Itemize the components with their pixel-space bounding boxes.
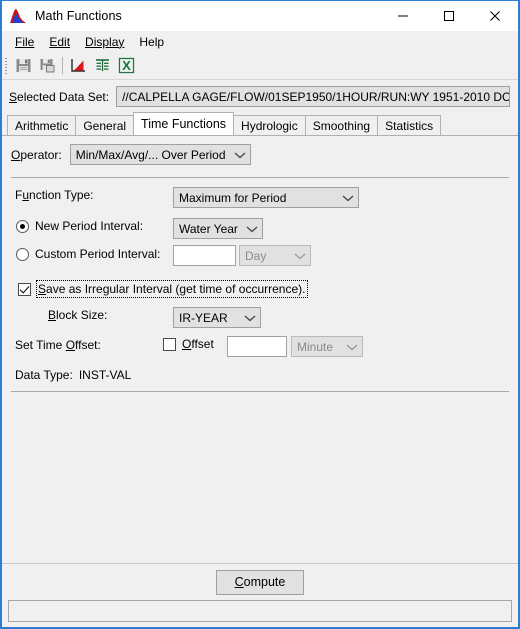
math-functions-window: Math Functions File Edit Display Help X … (0, 0, 520, 629)
tab-general-label: General (83, 118, 127, 133)
plot-icon[interactable] (66, 54, 90, 77)
time-functions-panel: Operator: Min/Max/Avg/... Over Period Fu… (2, 135, 518, 572)
hydrograph-icon (9, 8, 27, 24)
function-type-combo[interactable]: Maximum for Period (173, 187, 359, 208)
new-period-interval-radio[interactable] (16, 219, 29, 233)
excel-icon[interactable]: X (114, 54, 138, 77)
menu-file[interactable]: File (8, 33, 42, 51)
footer: Compute (2, 563, 518, 627)
offset-check-row: Offset (163, 337, 214, 351)
maximize-icon[interactable] (426, 1, 472, 31)
new-period-interval-row: New Period Interval: (16, 219, 143, 233)
menu-help[interactable]: Help (132, 33, 172, 51)
bottom-separator (11, 391, 509, 392)
new-period-interval-combo[interactable]: Water Year (173, 218, 263, 239)
operator-row: Operator: Min/Max/Avg/... Over Period (11, 144, 251, 165)
custom-period-unit-combo[interactable]: Day (239, 245, 311, 266)
set-time-offset-label: Set Time Offset: (15, 338, 101, 352)
menu-file-label: File (15, 34, 35, 49)
menu-help-label: Help (139, 34, 165, 49)
set-time-offset-row: Set Time Offset: (15, 338, 101, 352)
menu-display-label: Display (85, 34, 125, 49)
compute-bar: Compute (2, 563, 518, 600)
selected-dataset-label: Selected Data Set: (9, 89, 110, 104)
toolbar: X (2, 52, 518, 80)
toolbar-grip[interactable] (4, 55, 8, 76)
function-type-row: Function Type: (15, 188, 94, 202)
compute-button[interactable]: Compute (215, 569, 305, 595)
tab-arithmetic[interactable]: Arithmetic (7, 115, 77, 135)
operator-label: Operator: (11, 147, 62, 162)
tab-smoothing-label: Smoothing (312, 118, 371, 133)
chevron-down-icon (236, 314, 256, 322)
custom-period-interval-input[interactable] (173, 245, 236, 266)
operator-separator (11, 177, 509, 178)
menu-edit[interactable]: Edit (42, 33, 78, 51)
selected-dataset-label-rest: elected Data Set: (17, 89, 110, 104)
selected-dataset-row: Selected Data Set: //CALPELLA GAGE/FLOW/… (2, 80, 518, 112)
save-icon[interactable] (11, 54, 35, 77)
custom-period-interval-radio[interactable] (16, 247, 29, 261)
window-title: Math Functions (35, 9, 122, 23)
selected-dataset-value: //CALPELLA GAGE/FLOW/01SEP1950/1HOUR/RUN… (122, 89, 510, 104)
save-irregular-label: Save as Irregular Interval (get time of … (36, 280, 309, 298)
data-type-label: Data Type: (15, 368, 73, 382)
tab-hydrologic[interactable]: Hydrologic (233, 115, 306, 135)
close-icon[interactable] (472, 1, 518, 31)
block-size-label: Block Size: (48, 308, 108, 322)
offset-checkbox[interactable] (163, 337, 176, 351)
offset-unit-value: Minute (297, 339, 334, 354)
tab-time-functions[interactable]: Time Functions (133, 112, 235, 135)
table-icon[interactable] (90, 54, 114, 77)
selected-dataset-combo[interactable]: //CALPELLA GAGE/FLOW/01SEP1950/1HOUR/RUN… (116, 86, 510, 107)
menu-edit-label: Edit (49, 34, 71, 49)
function-type-label: Function Type: (15, 188, 94, 202)
window-controls (380, 1, 518, 31)
menu-bar: File Edit Display Help (2, 31, 518, 52)
offset-label: Offset (182, 337, 214, 351)
save-irregular-row: Save as Irregular Interval (get time of … (18, 280, 309, 298)
block-size-value: IR-YEAR (179, 310, 228, 325)
tab-statistics[interactable]: Statistics (377, 115, 442, 135)
operator-combo[interactable]: Min/Max/Avg/... Over Period (69, 144, 251, 165)
new-period-interval-label: New Period Interval: (35, 219, 144, 233)
tab-time-functions-label: Time Functions (141, 117, 227, 131)
custom-period-interval-row: Custom Period Interval: (16, 247, 160, 261)
function-type-value: Maximum for Period (179, 190, 287, 205)
chevron-down-icon (338, 343, 358, 351)
custom-period-unit-value: Day (245, 248, 267, 263)
offset-unit-combo[interactable]: Minute (291, 336, 363, 357)
tab-general[interactable]: General (75, 115, 135, 135)
chevron-down-icon (286, 252, 306, 260)
chevron-down-icon (238, 225, 258, 233)
status-bar (8, 600, 512, 622)
minimize-icon[interactable] (380, 1, 426, 31)
block-size-combo[interactable]: IR-YEAR (173, 307, 261, 328)
tab-statistics-label: Statistics (385, 118, 434, 133)
tab-hydrologic-label: Hydrologic (241, 118, 298, 133)
save-as-icon[interactable] (35, 54, 59, 77)
tab-smoothing[interactable]: Smoothing (304, 115, 379, 135)
save-irregular-checkbox[interactable] (18, 282, 31, 296)
custom-period-interval-label: Custom Period Interval: (35, 247, 161, 261)
block-size-row: Block Size: (48, 308, 107, 322)
menu-display[interactable]: Display (78, 33, 132, 51)
svg-text:X: X (122, 58, 131, 73)
new-period-interval-value: Water Year (179, 221, 238, 236)
operator-value: Min/Max/Avg/... Over Period (75, 147, 226, 162)
tab-arithmetic-label: Arithmetic (15, 118, 69, 133)
chevron-down-icon (334, 194, 354, 202)
compute-button-label: ompute (243, 574, 286, 589)
data-type-row: Data Type: INST-VAL (15, 368, 131, 382)
title-bar: Math Functions (2, 1, 518, 31)
offset-input[interactable] (227, 336, 287, 357)
tab-strip: Arithmetic General Time Functions Hydrol… (2, 112, 518, 135)
chevron-down-icon (226, 151, 246, 159)
data-type-value: INST-VAL (78, 368, 132, 382)
toolbar-separator (62, 57, 63, 74)
